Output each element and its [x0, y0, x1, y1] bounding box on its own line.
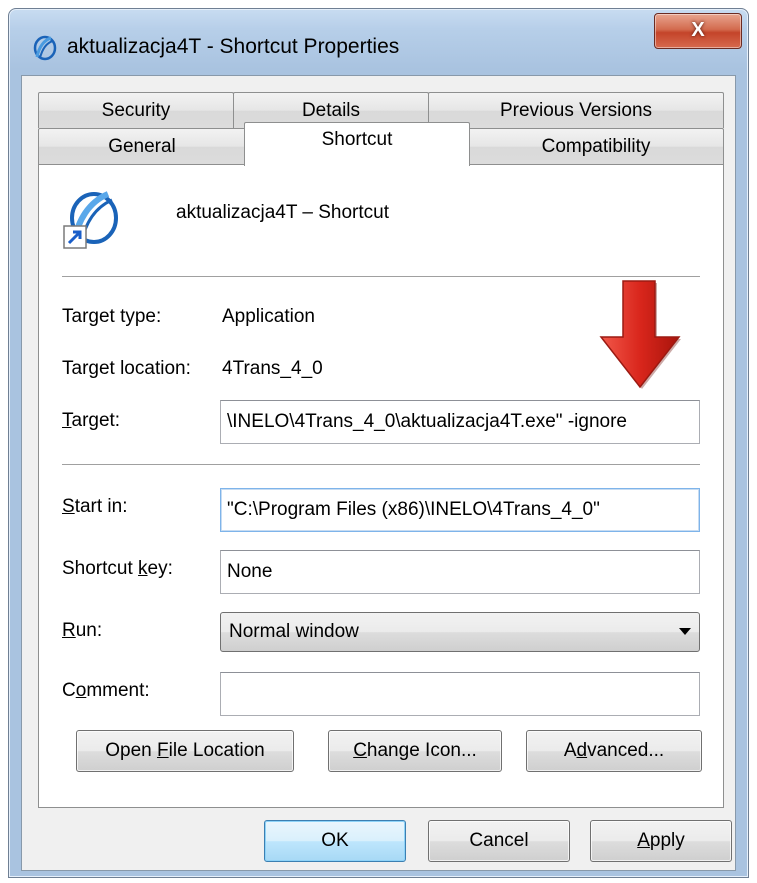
target-label: Target: — [62, 410, 120, 432]
shortcut-key-label-rest: ey: — [147, 558, 173, 579]
red-down-arrow-icon — [599, 280, 681, 389]
target-label-mnemonic: T — [62, 410, 72, 431]
open-file-location-label-rest: ile Location — [168, 740, 265, 761]
run-label-mnemonic: R — [62, 620, 76, 641]
start-in-field[interactable]: "C:\Program Files (x86)\INELO\4Trans_4_0… — [220, 488, 700, 532]
shortcut-key-label-mnemonic: k — [138, 558, 148, 579]
properties-window: aktualizacja4T - Shortcut Properties X S… — [8, 8, 749, 878]
advanced-label-pre: A — [563, 740, 577, 761]
title-bar[interactable]: aktualizacja4T - Shortcut Properties X — [9, 9, 748, 75]
apply-mnemonic: A — [637, 830, 650, 851]
separator-middle — [62, 464, 700, 466]
comment-field[interactable] — [220, 672, 700, 716]
shortcut-key-field[interactable]: None — [220, 550, 700, 594]
window-title: aktualizacja4T - Shortcut Properties — [67, 35, 400, 58]
start-in-label: Start in: — [62, 496, 128, 518]
target-label-text: arget: — [71, 410, 121, 431]
run-select[interactable]: Normal window — [220, 612, 700, 652]
comment-label-pre: C — [62, 680, 76, 701]
advanced-mnemonic: d — [576, 740, 588, 761]
cancel-button[interactable]: Cancel — [428, 820, 570, 862]
shortcut-icon — [63, 191, 118, 249]
dialog-body: Security Details Previous Versions Gener… — [21, 75, 736, 871]
apply-label-rest: pply — [649, 830, 685, 851]
change-icon-mnemonic: C — [353, 740, 367, 761]
apply-button[interactable]: Apply — [590, 820, 732, 862]
comment-label: Comment: — [62, 680, 150, 702]
separator-top — [62, 276, 700, 278]
run-label-text: un: — [75, 620, 103, 641]
target-location-label: Target location: — [62, 358, 191, 379]
shortcut-key-label-pre: Shortcut — [62, 558, 139, 579]
target-type-label: Target type: — [62, 306, 162, 327]
start-in-label-mnemonic: S — [62, 496, 75, 517]
open-file-location-mnemonic: F — [157, 740, 169, 761]
comment-label-mnemonic: o — [75, 680, 87, 701]
run-select-value: Normal window — [229, 621, 359, 642]
change-icon-button[interactable]: Change Icon... — [328, 730, 502, 772]
shortcut-name: aktualizacja4T – Shortcut — [176, 202, 389, 223]
comment-label-rest: mment: — [86, 680, 150, 701]
advanced-button[interactable]: Advanced... — [526, 730, 702, 772]
open-file-location-label-pre: Open — [105, 740, 158, 761]
shortcut-key-label: Shortcut key: — [62, 558, 173, 580]
change-icon-label-rest: hange Icon... — [366, 740, 477, 761]
start-in-label-text: tart in: — [74, 496, 128, 517]
chevron-down-icon[interactable] — [679, 628, 691, 635]
app-icon — [33, 35, 57, 61]
target-type-value: Application — [222, 306, 315, 327]
target-location-value: 4Trans_4_0 — [222, 358, 323, 379]
target-field[interactable]: \INELO\4Trans_4_0\aktualizacja4T.exe" -i… — [220, 400, 700, 444]
close-button[interactable]: X — [654, 13, 742, 49]
open-file-location-button[interactable]: Open File Location — [76, 730, 294, 772]
advanced-label-rest: vanced... — [587, 740, 665, 761]
run-label: Run: — [62, 620, 102, 642]
panel-content: aktualizacja4T – Shortcut Target type: A… — [22, 76, 735, 870]
ok-button[interactable]: OK — [264, 820, 406, 862]
